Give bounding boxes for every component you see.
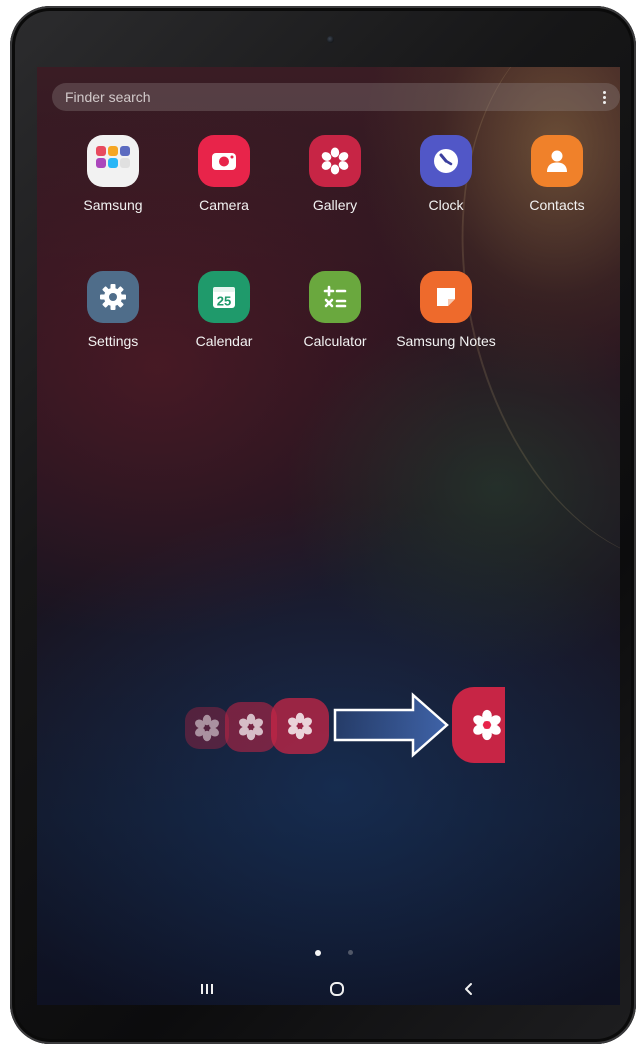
- home-icon[interactable]: [317, 977, 357, 1001]
- app-gallery[interactable]: Gallery: [280, 135, 390, 231]
- calendar-day: 25: [217, 294, 231, 309]
- camera-icon: [198, 135, 250, 187]
- recents-icon[interactable]: [187, 977, 227, 1001]
- app-label: Samsung Notes: [396, 333, 496, 349]
- app-calculator[interactable]: Calculator: [280, 271, 390, 367]
- app-calendar[interactable]: 25 Calendar: [169, 271, 279, 367]
- app-camera[interactable]: Camera: [169, 135, 279, 231]
- app-samsung[interactable]: Samsung: [58, 135, 168, 231]
- page-dot-inactive[interactable]: [348, 950, 353, 955]
- samsung-folder-icon: [87, 135, 139, 187]
- gallery-flower-icon: [309, 135, 361, 187]
- home-screen: Finder search Samsung Camera Gallery Clo…: [37, 67, 620, 1005]
- contacts-icon: [531, 135, 583, 187]
- back-icon[interactable]: [449, 977, 489, 1001]
- app-samsung-notes[interactable]: Samsung Notes: [391, 271, 501, 367]
- navigation-bar: [37, 973, 620, 1005]
- calendar-icon: 25: [198, 271, 250, 323]
- clock-icon: [420, 135, 472, 187]
- app-label: Gallery: [312, 197, 358, 213]
- tablet-frame: Finder search Samsung Camera Gallery Clo…: [10, 6, 636, 1044]
- app-label: Contacts: [529, 197, 585, 213]
- gear-icon: [87, 271, 139, 323]
- app-label: Camera: [199, 197, 249, 213]
- calculator-icon: [309, 271, 361, 323]
- app-settings[interactable]: Settings: [58, 271, 168, 367]
- app-label: Clock: [428, 197, 464, 213]
- search-placeholder: Finder search: [65, 89, 151, 105]
- finder-search-bar[interactable]: Finder search: [52, 83, 620, 111]
- app-label: Calendar: [195, 333, 253, 349]
- app-clock[interactable]: Clock: [391, 135, 501, 231]
- drag-app-arrow-icon: [185, 685, 526, 765]
- app-label: Samsung: [83, 197, 143, 213]
- notes-icon: [420, 271, 472, 323]
- app-label: Settings: [87, 333, 139, 349]
- app-contacts[interactable]: Contacts: [502, 135, 612, 231]
- page-indicator: [308, 948, 358, 958]
- more-vert-icon[interactable]: [600, 88, 608, 106]
- front-camera: [327, 36, 334, 43]
- page-dot-active[interactable]: [315, 950, 321, 956]
- app-label: Calculator: [303, 333, 367, 349]
